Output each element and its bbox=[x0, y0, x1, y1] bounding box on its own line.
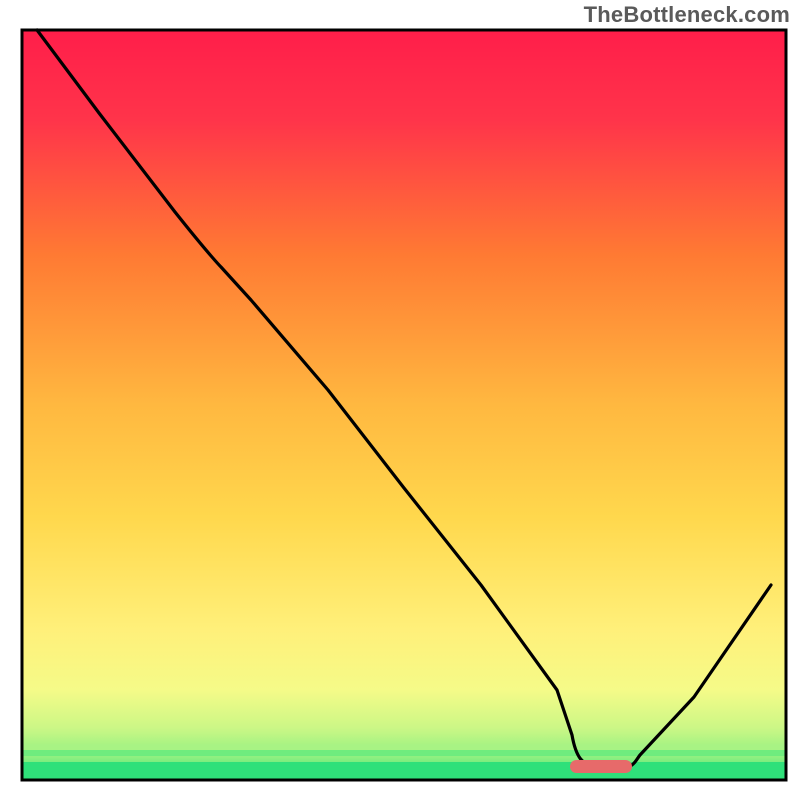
watermark-text: TheBottleneck.com bbox=[584, 2, 790, 28]
optimal-marker bbox=[570, 760, 632, 773]
chart-svg bbox=[0, 0, 800, 800]
bottleneck-chart: TheBottleneck.com bbox=[0, 0, 800, 800]
green-floor-band bbox=[22, 762, 786, 780]
green-stripe-2 bbox=[22, 744, 786, 750]
green-stripe-1 bbox=[22, 750, 786, 756]
gradient-background bbox=[22, 30, 786, 780]
